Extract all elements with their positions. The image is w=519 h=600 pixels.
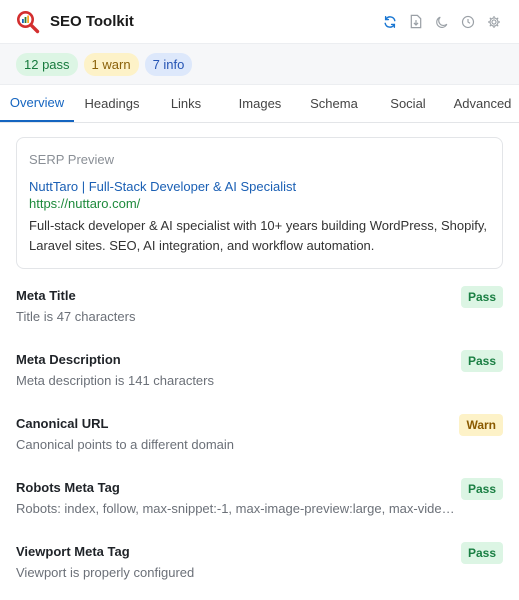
check-list: Meta Title Title is 47 characters Pass M… (16, 279, 503, 599)
app-title: SEO Toolkit (50, 13, 134, 30)
check-detail: Meta description is 141 characters (16, 373, 214, 388)
status-badge: Pass (460, 542, 503, 564)
history-icon[interactable] (459, 13, 477, 31)
check-canonical-url[interactable]: Canonical URL Canonical points to a diff… (16, 407, 503, 471)
magnifier-chart-icon (16, 9, 42, 35)
check-name: Meta Title (16, 288, 76, 303)
refresh-icon[interactable] (381, 13, 399, 31)
tab-social[interactable]: Social (370, 85, 446, 122)
check-robots-meta-tag[interactable]: Robots Meta Tag Robots: index, follow, m… (16, 471, 503, 535)
header-actions (381, 13, 503, 31)
status-badge: Warn (459, 414, 503, 436)
check-meta-description[interactable]: Meta Description Meta description is 141… (16, 343, 503, 407)
settings-icon[interactable] (485, 13, 503, 31)
overview-panel: SERP Preview NuttTaro | Full-Stack Devel… (0, 123, 519, 599)
summary-bar: 12 pass 1 warn 7 info (0, 44, 519, 85)
status-badge: Pass (460, 350, 503, 372)
pass-count-badge[interactable]: 12 pass (16, 52, 78, 76)
serp-preview-card: SERP Preview NuttTaro | Full-Stack Devel… (16, 137, 503, 269)
check-name: Meta Description (16, 352, 121, 367)
warn-count-badge[interactable]: 1 warn (83, 52, 139, 76)
tab-advanced[interactable]: Advanced (446, 85, 519, 122)
check-detail: Canonical points to a different domain (16, 437, 235, 452)
serp-description: Full-stack developer & AI specialist wit… (29, 218, 487, 253)
tab-overview[interactable]: Overview (0, 85, 74, 122)
check-detail: Title is 47 characters (16, 309, 136, 324)
tab-schema[interactable]: Schema (298, 85, 370, 122)
info-count-badge[interactable]: 7 info (144, 52, 193, 76)
check-name: Viewport Meta Tag (16, 544, 130, 559)
serp-preview-label: SERP Preview (29, 152, 115, 167)
export-icon[interactable] (407, 13, 425, 31)
check-name: Robots Meta Tag (16, 480, 120, 495)
serp-url: https://nuttaro.com/ (29, 196, 141, 211)
check-detail: Viewport is properly configured (16, 565, 195, 580)
check-name: Canonical URL (16, 416, 109, 431)
tab-links[interactable]: Links (150, 85, 222, 122)
tab-images[interactable]: Images (222, 85, 298, 122)
app-header: SEO Toolkit (0, 0, 519, 44)
check-meta-title[interactable]: Meta Title Title is 47 characters Pass (16, 279, 503, 343)
serp-title[interactable]: NuttTaro | Full-Stack Developer & AI Spe… (29, 179, 490, 194)
tab-bar: Overview Headings Links Images Schema So… (0, 85, 519, 123)
check-detail: Robots: index, follow, max-snippet:-1, m… (16, 501, 456, 516)
tab-headings[interactable]: Headings (74, 85, 150, 122)
status-badge: Pass (460, 286, 503, 308)
status-badge: Pass (460, 478, 503, 500)
check-viewport-meta-tag[interactable]: Viewport Meta Tag Viewport is properly c… (16, 535, 503, 599)
dark-mode-icon[interactable] (433, 13, 451, 31)
